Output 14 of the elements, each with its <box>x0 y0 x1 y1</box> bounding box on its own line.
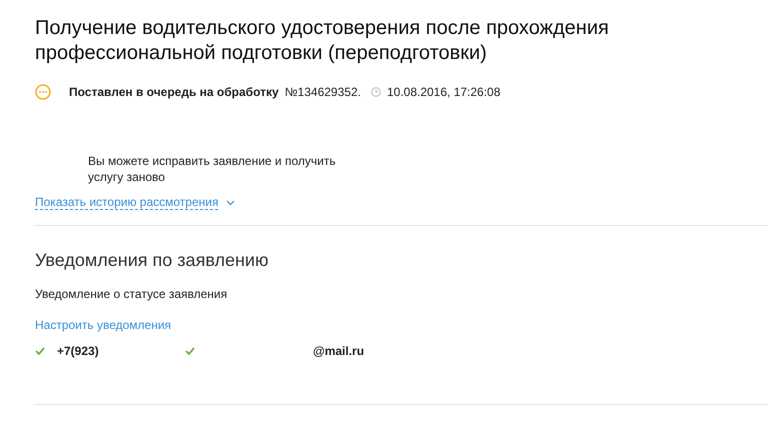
history-link[interactable]: Показать историю рассмотрения <box>35 195 236 210</box>
notification-label: Уведомление о статусе заявления <box>35 287 228 301</box>
pending-status-icon <box>35 84 51 100</box>
clock-icon <box>370 87 381 97</box>
section-heading: Уведомления по заявлению <box>35 250 270 271</box>
status-label: Поставлен в очередь на обработку <box>69 85 279 99</box>
page-title: Получение водительского удостоверения после прохождения профессиональной подготовки (переподготовки) <box>35 16 610 66</box>
contact-value: +7(923) <box>57 344 99 358</box>
application-number: №134629352. <box>284 85 361 99</box>
chevron-down-icon <box>226 200 236 206</box>
status-datetime: 10.08.2016, 17:26:08 <box>386 85 500 99</box>
settings-link[interactable]: Настроить уведомления <box>35 318 172 332</box>
contact-value: @mail.ru <box>313 344 364 358</box>
info-message: Вы можете исправить заявление и получить услугу заново <box>88 153 337 185</box>
